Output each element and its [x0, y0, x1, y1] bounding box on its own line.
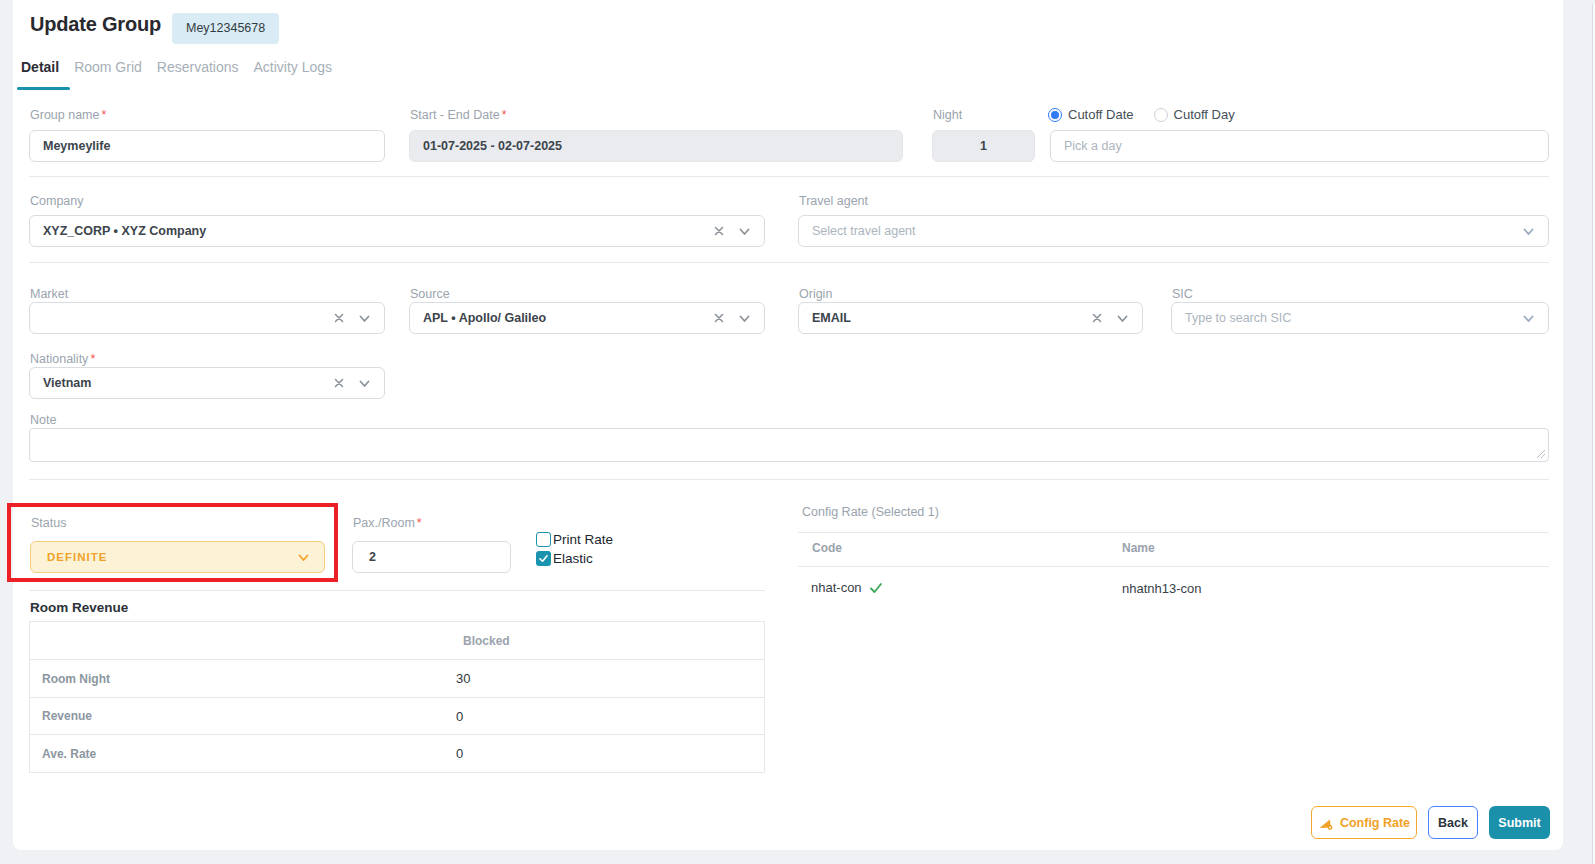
row-divider-3: [29, 479, 1549, 480]
nationality-select[interactable]: Vietnam: [29, 367, 385, 399]
room-revenue-table: Blocked Room Night 30 Revenue 0 Ave. Rat…: [29, 621, 765, 773]
group-name-input[interactable]: Meymeylife: [29, 130, 385, 162]
clear-icon[interactable]: [1091, 312, 1103, 324]
config-rate-button[interactable]: Config Rate: [1311, 806, 1417, 839]
chevron-down-icon[interactable]: [1522, 312, 1535, 325]
selected-check-icon: [869, 581, 883, 595]
row-divider-2: [29, 262, 1549, 263]
clear-icon[interactable]: [333, 377, 345, 389]
print-rate-checkbox[interactable]: [536, 532, 551, 547]
back-button[interactable]: Back: [1428, 806, 1478, 839]
row-divider-1: [29, 176, 1549, 177]
chevron-down-icon[interactable]: [1522, 225, 1535, 238]
travel-agent-select[interactable]: Select travel agent: [798, 215, 1549, 247]
chevron-down-icon[interactable]: [738, 225, 751, 238]
config-rate-panel-title: Config Rate (Selected 1): [802, 505, 939, 519]
active-tab-underline: [17, 87, 70, 90]
blocked-column-header: Blocked: [456, 634, 510, 648]
chevron-down-icon[interactable]: [358, 377, 371, 390]
cutoff-date-radio[interactable]: [1048, 108, 1062, 122]
clear-icon[interactable]: [333, 312, 345, 324]
night-label: Night: [933, 108, 962, 122]
clear-icon[interactable]: [713, 312, 725, 324]
config-rate-code-cell: nhat-con: [811, 580, 862, 595]
status-label: Status: [31, 516, 66, 530]
config-rate-name-header: Name: [1122, 541, 1155, 555]
chevron-down-icon[interactable]: [358, 312, 371, 325]
chevron-down-icon[interactable]: [738, 312, 751, 325]
config-rate-icon: [1318, 815, 1333, 830]
note-label: Note: [30, 413, 56, 427]
sic-select[interactable]: Type to search SIC: [1171, 302, 1549, 334]
config-rate-code-header: Code: [812, 541, 842, 555]
market-label: Market: [30, 287, 68, 301]
sic-label: SIC: [1172, 287, 1193, 301]
chevron-down-icon[interactable]: [1116, 312, 1129, 325]
room-revenue-title: Room Revenue: [30, 600, 128, 615]
origin-select[interactable]: EMAIL: [798, 302, 1143, 334]
config-rate-title-divider: [798, 532, 1549, 533]
origin-label: Origin: [799, 287, 832, 301]
note-textarea[interactable]: [29, 428, 1549, 462]
pax-room-label: Pax./Room*: [353, 516, 422, 530]
date-range-input[interactable]: 01-07-2025 - 02-07-2025: [409, 130, 903, 162]
status-select[interactable]: DEFINITE: [30, 541, 325, 573]
page-title: Update Group: [30, 13, 161, 36]
group-code-badge: Mey12345678: [172, 13, 279, 44]
cutoff-radio-group: Cutoff Date Cutoff Day: [1048, 107, 1235, 122]
config-rate-row[interactable]: nhat-con: [811, 580, 883, 595]
tab-activity-logs[interactable]: Activity Logs: [254, 59, 333, 75]
elastic-checkbox[interactable]: [536, 551, 551, 566]
cutoff-date-radio-label[interactable]: Cutoff Date: [1068, 107, 1134, 122]
tab-reservations[interactable]: Reservations: [157, 59, 239, 75]
source-select[interactable]: APL • Apollo/ Galileo: [409, 302, 765, 334]
pax-room-input[interactable]: 2: [352, 541, 511, 573]
tab-bar: Detail Room Grid Reservations Activity L…: [21, 59, 332, 75]
nationality-label: Nationality*: [30, 352, 95, 366]
print-rate-label[interactable]: Print Rate: [553, 532, 613, 547]
room-revenue-header-row: Blocked: [30, 622, 764, 660]
company-select[interactable]: XYZ_CORP • XYZ Company: [29, 215, 765, 247]
market-select[interactable]: [29, 302, 385, 334]
company-label: Company: [30, 194, 84, 208]
tab-room-grid[interactable]: Room Grid: [74, 59, 142, 75]
night-input[interactable]: 1: [932, 130, 1035, 162]
source-label: Source: [410, 287, 450, 301]
elastic-label[interactable]: Elastic: [553, 551, 593, 566]
group-name-label: Group name*: [30, 108, 106, 122]
cutoff-day-radio[interactable]: [1154, 108, 1168, 122]
table-row: Room Night 30: [30, 660, 764, 698]
tab-detail[interactable]: Detail: [21, 59, 59, 75]
print-rate-row: Print Rate: [536, 532, 613, 547]
table-row: Revenue 0: [30, 698, 764, 735]
date-range-label: Start - End Date*: [410, 108, 507, 122]
config-rate-name-cell: nhatnh13-con: [1122, 581, 1202, 596]
table-row: Ave. Rate 0: [30, 735, 764, 772]
resize-handle-icon[interactable]: [1536, 449, 1546, 459]
check-icon: [538, 553, 549, 564]
travel-agent-label: Travel agent: [799, 194, 868, 208]
submit-button[interactable]: Submit: [1489, 806, 1550, 839]
chevron-down-icon[interactable]: [297, 551, 310, 564]
cutoff-day-input[interactable]: Pick a day: [1050, 130, 1549, 162]
config-rate-header-divider: [798, 566, 1549, 567]
elastic-row: Elastic: [536, 551, 593, 566]
cutoff-day-radio-label[interactable]: Cutoff Day: [1174, 107, 1235, 122]
clear-icon[interactable]: [713, 225, 725, 237]
status-section-divider: [29, 590, 765, 591]
